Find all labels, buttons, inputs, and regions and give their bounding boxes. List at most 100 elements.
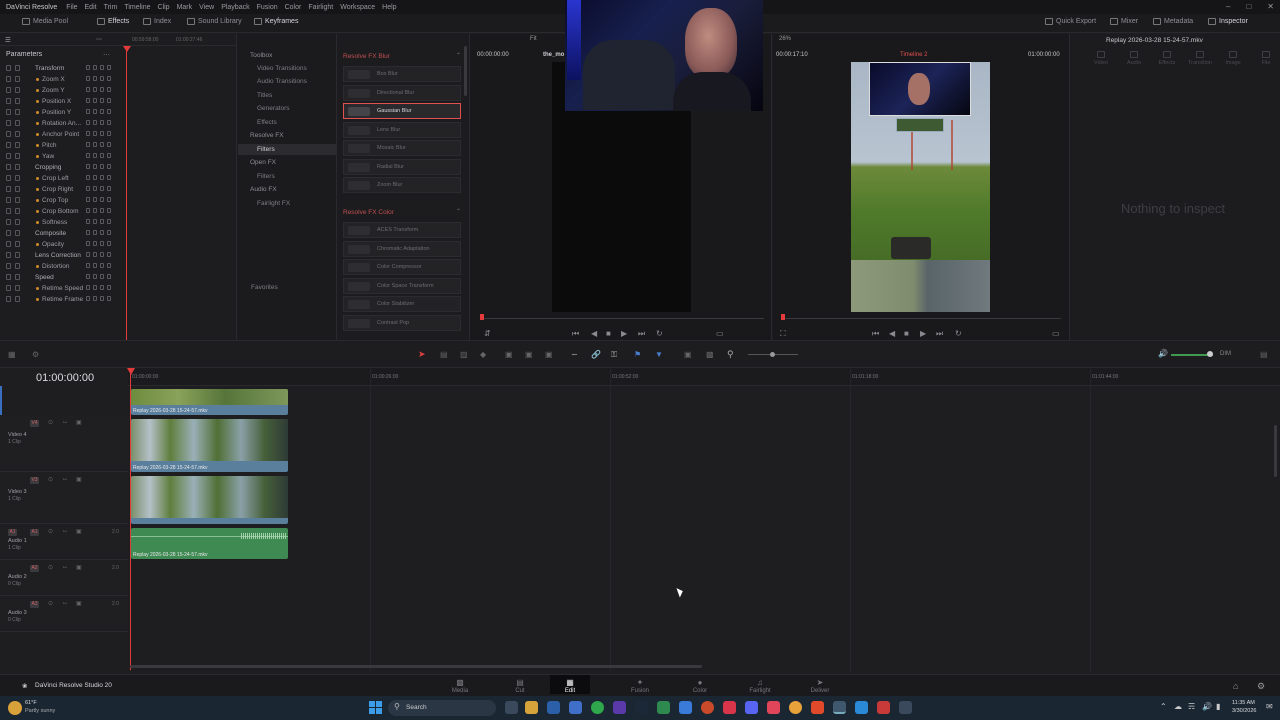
fx-item[interactable]: Box Blur bbox=[343, 66, 461, 82]
keyframe-nav-icon[interactable] bbox=[107, 120, 111, 125]
tray-chevron-icon[interactable]: ⌃ bbox=[1160, 702, 1167, 711]
track-header[interactable]: A2 ⊙ ↔ ▣ 2.0 Audio 20 Clip bbox=[0, 560, 128, 596]
reverse-icon[interactable]: ◀ bbox=[591, 329, 597, 338]
keyframe-nav-icon[interactable] bbox=[107, 197, 111, 202]
curve-icon[interactable] bbox=[6, 76, 11, 82]
keyframe-controls[interactable] bbox=[86, 76, 112, 83]
keyframe-nav-icon[interactable] bbox=[86, 219, 90, 224]
fx-item[interactable]: Directional Blur bbox=[343, 84, 461, 101]
keyframe-nav-icon[interactable] bbox=[86, 175, 90, 180]
keyframe-nav-icon[interactable] bbox=[100, 98, 104, 103]
curve-icon[interactable] bbox=[6, 120, 11, 126]
parameter-row[interactable]: Retime Frame bbox=[0, 294, 236, 305]
track-id-badge[interactable]: A2 bbox=[30, 565, 39, 572]
keyframe-nav-icon[interactable] bbox=[86, 252, 90, 257]
keyframe-nav-icon[interactable] bbox=[93, 252, 97, 257]
curve-icon[interactable] bbox=[6, 109, 11, 115]
library-generators[interactable]: Generators bbox=[257, 105, 290, 112]
visibility-icon[interactable] bbox=[15, 241, 20, 247]
parameter-row[interactable]: Opacity bbox=[0, 239, 236, 250]
keyframe-nav-icon[interactable] bbox=[107, 76, 111, 81]
xbox-icon[interactable] bbox=[657, 701, 670, 714]
keyframe-nav-icon[interactable] bbox=[100, 87, 104, 92]
fx-item[interactable]: Lens Blur bbox=[343, 121, 461, 138]
keyframe-nav-icon[interactable] bbox=[107, 87, 111, 92]
keyframe-nav-icon[interactable] bbox=[107, 208, 111, 213]
inspector-tab[interactable]: File bbox=[1251, 51, 1280, 66]
keyframe-controls[interactable] bbox=[86, 241, 112, 248]
keyframe-playhead-marker[interactable] bbox=[123, 46, 131, 52]
parameter-toggles[interactable] bbox=[6, 65, 20, 71]
go-to-end-icon[interactable]: ⏭ bbox=[638, 329, 645, 339]
visibility-icon[interactable] bbox=[15, 296, 20, 302]
curve-icon[interactable] bbox=[6, 274, 11, 280]
parameter-row[interactable]: Lens Correction bbox=[0, 250, 236, 261]
fx-item[interactable]: Chromatic Adaptation bbox=[343, 240, 461, 257]
inspector-tab[interactable]: Effects bbox=[1152, 51, 1182, 66]
parameters-menu-icon[interactable]: ⋯ bbox=[103, 51, 110, 59]
curve-icon[interactable] bbox=[6, 285, 11, 291]
track-id-badge[interactable]: V4 bbox=[30, 420, 39, 427]
timeline-viewer-name[interactable]: Timeline 2 bbox=[900, 52, 927, 58]
menu-file[interactable]: File bbox=[66, 4, 77, 11]
keyframe-nav-icon[interactable] bbox=[86, 197, 90, 202]
menu-view[interactable]: View bbox=[199, 4, 214, 11]
parameter-toggles[interactable] bbox=[6, 142, 20, 148]
keyframe-controls[interactable] bbox=[86, 219, 112, 226]
app-icon[interactable] bbox=[569, 701, 582, 714]
visibility-icon[interactable] bbox=[15, 197, 20, 203]
keyframe-controls[interactable] bbox=[86, 131, 112, 138]
parameter-row[interactable]: Composite bbox=[0, 228, 236, 239]
auto-select-icon[interactable]: ↔ bbox=[62, 564, 68, 570]
zoom-full-icon[interactable]: ▣ bbox=[684, 350, 692, 359]
keyframe-nav-icon[interactable] bbox=[107, 186, 111, 191]
spotify-icon[interactable] bbox=[591, 701, 604, 714]
parameter-row[interactable]: Cropping bbox=[0, 162, 236, 173]
parameter-toggles[interactable] bbox=[6, 109, 20, 115]
visibility-icon[interactable] bbox=[15, 263, 20, 269]
selection-tool-icon[interactable]: ➤ bbox=[418, 349, 426, 360]
parameter-row[interactable]: Distortion bbox=[0, 261, 236, 272]
keyframe-nav-icon[interactable] bbox=[93, 208, 97, 213]
marker-icon[interactable]: ▼ bbox=[655, 350, 663, 359]
replace-clip-icon[interactable]: ▣ bbox=[545, 350, 553, 359]
overwrite-clip-icon[interactable]: ▣ bbox=[525, 350, 533, 359]
fx-item[interactable]: ACES Transform bbox=[343, 222, 461, 238]
keyframe-nav-icon[interactable] bbox=[100, 219, 104, 224]
keyframe-controls[interactable] bbox=[86, 263, 112, 270]
volume-slider-knob[interactable] bbox=[1207, 351, 1213, 357]
auto-select-icon[interactable]: ↔ bbox=[62, 528, 68, 534]
visibility-icon[interactable] bbox=[15, 175, 20, 181]
close-icon[interactable]: ✕ bbox=[1267, 2, 1274, 11]
keyframe-nav-icon[interactable] bbox=[100, 230, 104, 235]
fx-color-header[interactable]: Resolve FX Color bbox=[343, 209, 394, 216]
keyframe-nav-icon[interactable] bbox=[86, 274, 90, 279]
snapping-icon[interactable]: ∽ bbox=[571, 350, 578, 359]
page-fairlight[interactable]: ♫ Fairlight bbox=[740, 678, 780, 694]
timeline-video-frame[interactable] bbox=[851, 62, 990, 312]
visibility-icon[interactable] bbox=[15, 285, 20, 291]
keyframe-nav-icon[interactable] bbox=[86, 120, 90, 125]
library-audio-transitions[interactable]: Audio Transitions bbox=[257, 78, 307, 85]
keyframe-nav-icon[interactable] bbox=[100, 285, 104, 290]
library-open-fx[interactable]: Open FX bbox=[250, 159, 276, 166]
parameter-row[interactable]: Crop Bottom bbox=[0, 206, 236, 217]
collapse-icon[interactable]: ⌃ bbox=[456, 52, 461, 59]
fx-item[interactable]: Zoom Blur bbox=[343, 177, 461, 193]
zoom-icon[interactable]: ⚲ bbox=[727, 349, 734, 360]
keyframe-nav-icon[interactable] bbox=[93, 296, 97, 301]
track-header[interactable]: A3 ⊙ ↔ ▣ 2.0 Audio 30 Clip bbox=[0, 596, 128, 632]
keyframe-nav-icon[interactable] bbox=[86, 142, 90, 147]
keyframe-nav-icon[interactable] bbox=[107, 285, 111, 290]
keyframe-nav-icon[interactable] bbox=[107, 241, 111, 246]
lock-icon[interactable]: ⚿ bbox=[611, 350, 617, 360]
app-icon[interactable] bbox=[679, 701, 692, 714]
page-cut[interactable]: ▤ Cut bbox=[500, 678, 540, 694]
curve-icon[interactable] bbox=[6, 252, 11, 258]
parameter-row[interactable]: Crop Left bbox=[0, 173, 236, 184]
audio-clip[interactable]: Replay 2026-03-28 15-24-57.mkv bbox=[131, 528, 288, 559]
track-toggle-icon[interactable]: ▣ bbox=[76, 476, 82, 483]
jog-icon[interactable]: ⇵ bbox=[484, 329, 491, 338]
keyframe-nav-icon[interactable] bbox=[86, 109, 90, 114]
visibility-icon[interactable] bbox=[15, 219, 20, 225]
